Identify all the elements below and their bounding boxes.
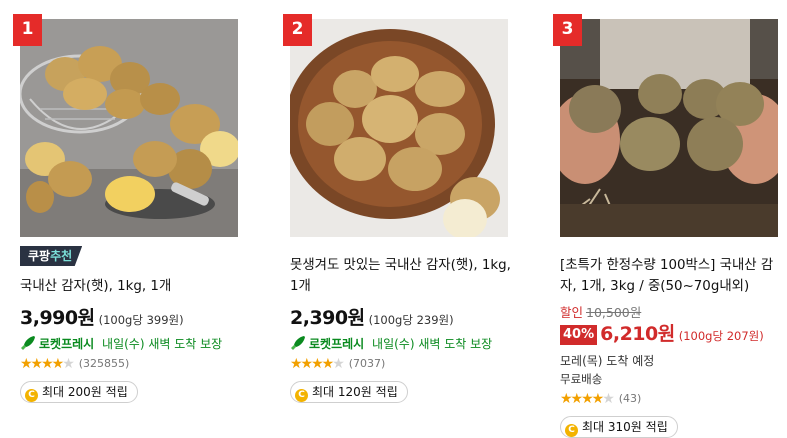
- price-row: 40% 6,210원 (100g당 207원): [560, 319, 764, 346]
- product-image[interactable]: [20, 19, 238, 237]
- shipping-text: 무료배송: [560, 372, 603, 386]
- badge-tag: 추천: [50, 249, 73, 263]
- rocket-label: 로켓프레시: [309, 337, 365, 351]
- review-count: (7037): [348, 357, 386, 370]
- reward-badge: C 최대 310원 적립: [560, 416, 678, 438]
- rating: ★★★★★ (7037): [290, 356, 385, 372]
- rocket-icon: [290, 335, 306, 354]
- product-card-3[interactable]: 3 [초특가 한정수량 100박스] 국내산 감자, 1개, 3kg / 중(5…: [553, 0, 782, 438]
- reward-text: 최대 310원 적립: [582, 420, 668, 434]
- coin-icon: C: [565, 424, 578, 437]
- unit-price: (100g당 399원): [98, 313, 184, 327]
- rank-badge: 1: [13, 14, 42, 46]
- product-title[interactable]: 못생겨도 맛있는 국내산 감자(햇), 1kg, 1개: [290, 255, 512, 297]
- coin-icon: C: [295, 389, 308, 402]
- reward-badge: C 최대 200원 적립: [20, 381, 138, 403]
- sale-price: 6,210원: [600, 323, 675, 345]
- discount-label: 할인: [560, 305, 584, 320]
- reward-text: 최대 120원 적립: [312, 385, 398, 399]
- delivery-text: 모레(목) 도착 예정: [560, 354, 655, 368]
- unit-price: (100g당 207원): [678, 329, 764, 343]
- rocket-label: 로켓프레시: [39, 337, 95, 351]
- reward-text: 최대 200원 적립: [42, 385, 128, 399]
- product-image[interactable]: [290, 19, 508, 237]
- star-rating-icon: ★★★★★: [560, 391, 615, 407]
- delivery-text: 내일(수) 새벽 도착 보장: [372, 337, 493, 351]
- product-card-1[interactable]: 1 쿠팡추천 국내산 감자(햇), 1kg, 1개 3,990원 (100g당 …: [13, 0, 242, 438]
- badge-brand: 쿠팡: [28, 249, 51, 263]
- rocket-delivery: 로켓프레시 내일(수) 새벽 도착 보장: [20, 335, 222, 354]
- rocket-icon: [20, 335, 36, 354]
- coin-icon: C: [25, 389, 38, 402]
- discount-rate-badge: 40%: [560, 325, 598, 345]
- price: 2,390원: [290, 307, 365, 329]
- unit-price: (100g당 239원): [368, 313, 454, 327]
- rank-badge: 3: [553, 14, 582, 46]
- rating: ★★★★★ (43): [560, 391, 641, 407]
- star-rating-icon: ★★★★★: [290, 356, 345, 372]
- review-count: (43): [618, 392, 642, 405]
- review-count: (325855): [78, 357, 130, 370]
- original-price: 10,500원: [586, 305, 642, 320]
- product-title[interactable]: 국내산 감자(햇), 1kg, 1개: [20, 276, 242, 297]
- price-row: 2,390원 (100g당 239원): [290, 303, 454, 330]
- price: 3,990원: [20, 307, 95, 329]
- rank-badge: 2: [283, 14, 312, 46]
- rocket-delivery: 로켓프레시 내일(수) 새벽 도착 보장: [290, 335, 492, 354]
- reward-badge: C 최대 120원 적립: [290, 381, 408, 403]
- price-row: 3,990원 (100g당 399원): [20, 303, 184, 330]
- rating: ★★★★★ (325855): [20, 356, 129, 372]
- coupang-recommend-badge: 쿠팡추천: [20, 246, 83, 266]
- product-image[interactable]: [560, 19, 778, 237]
- star-rating-icon: ★★★★★: [20, 356, 75, 372]
- delivery-text: 내일(수) 새벽 도착 보장: [102, 337, 223, 351]
- product-title[interactable]: [초특가 한정수량 100박스] 국내산 감자, 1개, 3kg / 중(50~…: [560, 255, 782, 297]
- product-card-2[interactable]: 2 못생겨도 맛있는 국내산 감자(햇), 1kg, 1개 2,390원 (100…: [283, 0, 512, 438]
